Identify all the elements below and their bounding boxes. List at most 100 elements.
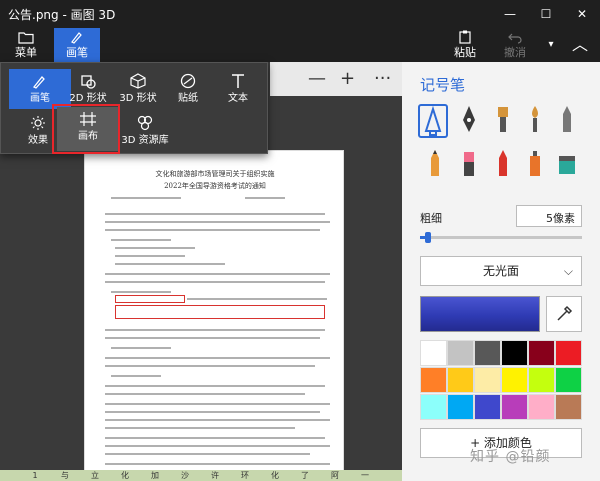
strip-cell: 与: [61, 471, 69, 480]
eraser-icon: [464, 152, 474, 176]
3d-library-icon: [137, 115, 153, 131]
paste-button[interactable]: 粘贴: [448, 28, 482, 62]
more-dropdown-button[interactable]: ▾: [544, 28, 558, 62]
color-swatch[interactable]: [474, 394, 501, 420]
collapse-icon[interactable]: ︿: [568, 28, 592, 62]
crayon-brush[interactable]: [490, 148, 520, 182]
finish-dropdown[interactable]: 无光面 ⌵: [420, 256, 582, 286]
canvas-toolbar: — + ···: [270, 62, 402, 96]
color-swatch[interactable]: [501, 340, 528, 366]
eraser-brush[interactable]: [456, 148, 486, 182]
pixel-pen-icon: [563, 106, 571, 132]
text-icon: [232, 74, 244, 88]
undo-button[interactable]: 撤消: [498, 28, 532, 62]
eyedropper-button[interactable]: [546, 296, 582, 332]
brush-label: 画笔: [66, 46, 88, 59]
zoom-out-button[interactable]: —: [308, 68, 326, 89]
color-swatch[interactable]: [474, 367, 501, 393]
spray-can-brush[interactable]: [522, 148, 552, 182]
menu-button[interactable]: 菜单: [6, 28, 46, 62]
strip-cell: 一: [361, 471, 369, 480]
marker-brush[interactable]: [418, 104, 448, 138]
color-swatch[interactable]: [501, 394, 528, 420]
document-image: 文化和旅游部市场管理司关于组织实施 2022年全国导游资格考试的通知: [84, 150, 344, 481]
doc-text-line: [111, 239, 171, 241]
paste-label: 粘贴: [454, 46, 476, 59]
thickness-slider-thumb[interactable]: [425, 232, 432, 243]
brush-icon: [71, 32, 82, 44]
undo-icon: [508, 33, 522, 44]
highlight-box: [115, 295, 185, 303]
popup-3d-library-item[interactable]: 3D 资源库: [113, 111, 177, 151]
doc-text-line: [105, 229, 320, 231]
popup-item-label: 3D 形状: [119, 93, 157, 104]
doc-text-line: [111, 375, 161, 377]
folder-icon: [18, 32, 34, 44]
clipboard-icon: [459, 30, 471, 44]
color-swatch[interactable]: [420, 394, 447, 420]
popup-item-label: 2D 形状: [69, 93, 107, 104]
color-swatch[interactable]: [447, 394, 474, 420]
chevron-down-icon: ⌵: [563, 264, 573, 278]
popup-text-item[interactable]: 文本: [207, 69, 269, 109]
doc-text-line: [187, 298, 327, 300]
doc-text-line: [105, 437, 325, 439]
close-button[interactable]: ✕: [564, 2, 600, 26]
strip-cell: 环: [241, 471, 249, 480]
eyedropper-icon: [557, 305, 573, 321]
doc-text-line: [111, 197, 181, 199]
pixel-pen-brush[interactable]: [554, 104, 584, 138]
doc-text-line: [105, 445, 330, 447]
color-swatch[interactable]: [528, 394, 555, 420]
current-color[interactable]: [420, 296, 540, 332]
strip-cell: 沙: [181, 471, 189, 480]
watercolor-brush[interactable]: [522, 104, 552, 138]
fill-bucket-brush[interactable]: [554, 148, 584, 182]
doc-text-line: [105, 393, 305, 395]
color-swatch[interactable]: [447, 367, 474, 393]
doc-text-line: [105, 385, 325, 387]
zoom-in-button[interactable]: +: [340, 68, 355, 89]
panel-title: 记号笔: [420, 76, 466, 94]
strip-cell: 许: [211, 471, 219, 480]
doc-title-line1: 文化和旅游部市场管理司关于组织实施: [155, 170, 275, 178]
marker-icon: [424, 105, 442, 136]
bottom-text-strip: 1 与 立 化 加 沙 许 环 化 了 阿 一: [0, 470, 402, 481]
spray-can-icon: [530, 151, 540, 176]
popup-item-label: 画笔: [30, 93, 50, 104]
doc-text-line: [105, 365, 315, 367]
color-swatch[interactable]: [555, 394, 582, 420]
color-swatch[interactable]: [447, 340, 474, 366]
maximize-button[interactable]: ☐: [528, 2, 564, 26]
doc-text-line: [115, 247, 195, 249]
watercolor-icon: [532, 106, 538, 132]
window-title: 公告.png - 画图 3D: [8, 8, 116, 22]
color-swatch[interactable]: [528, 367, 555, 393]
color-swatch[interactable]: [555, 340, 582, 366]
title-bar: 公告.png - 画图 3D — ☐ ✕: [0, 0, 600, 28]
doc-text-line: [245, 197, 285, 199]
doc-text-line: [105, 329, 325, 331]
minimize-button[interactable]: —: [492, 2, 528, 26]
color-swatch[interactable]: [555, 367, 582, 393]
strip-cell: 1: [32, 471, 38, 480]
calligraphy-pen-brush[interactable]: [456, 104, 486, 138]
color-swatch[interactable]: [474, 340, 501, 366]
highlight-annotation: [52, 104, 120, 154]
undo-label: 撤消: [504, 46, 526, 59]
color-swatch[interactable]: [420, 340, 447, 366]
brush-tool-button[interactable]: 画笔: [54, 28, 100, 62]
doc-text-line: [105, 419, 330, 421]
pencil-brush[interactable]: [422, 148, 452, 182]
strip-cell: 化: [121, 471, 129, 480]
strip-cell: 阿: [331, 471, 339, 480]
highlight-box: [115, 305, 325, 319]
oil-brush[interactable]: [490, 104, 520, 138]
thickness-slider-track[interactable]: [420, 236, 582, 239]
more-options-button[interactable]: ···: [374, 68, 391, 89]
2d-shape-icon: [81, 75, 96, 89]
color-swatch[interactable]: [501, 367, 528, 393]
thickness-input[interactable]: 5像素: [516, 205, 582, 227]
color-swatch[interactable]: [528, 340, 555, 366]
color-swatch[interactable]: [420, 367, 447, 393]
